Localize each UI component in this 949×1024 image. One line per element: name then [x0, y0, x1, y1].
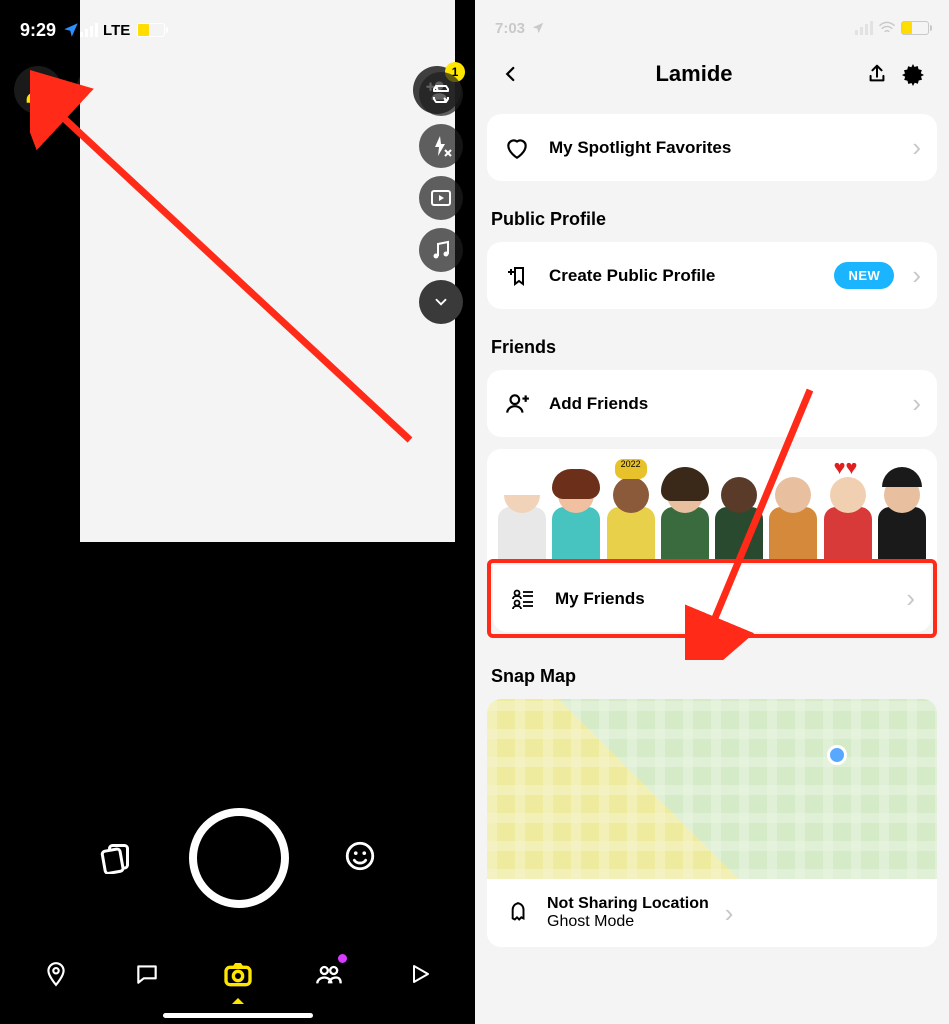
smiley-icon — [343, 839, 377, 873]
location-arrow-icon — [531, 21, 545, 35]
status-bar-left: 9:29 LTE — [0, 0, 475, 50]
battery-icon — [137, 23, 165, 37]
time-text: 9:29 — [20, 20, 56, 41]
people-icon — [315, 960, 343, 988]
my-friends-row[interactable]: My Friends › — [493, 565, 931, 632]
snapmap-section: Snap Map — [491, 666, 933, 687]
map-location-dot — [827, 745, 847, 765]
settings-button[interactable] — [895, 56, 931, 92]
status-bar-right: 7:03 — [475, 0, 949, 46]
nav-chat[interactable] — [127, 954, 167, 994]
create-profile-label: Create Public Profile — [549, 266, 816, 286]
avatar — [498, 465, 546, 561]
location-arrow-icon — [62, 21, 80, 39]
signal-icon — [855, 21, 873, 35]
back-button[interactable] — [493, 56, 529, 92]
heart-icon — [503, 134, 531, 162]
profile-title: Lamide — [529, 61, 859, 87]
public-profile-section: Public Profile — [491, 209, 933, 230]
bottom-nav — [0, 934, 475, 1024]
friends-section: Friends — [491, 337, 933, 358]
avatar — [715, 465, 763, 561]
chevron-right-icon: › — [912, 388, 921, 419]
snapmap-card[interactable]: Not Sharing Location Ghost Mode › — [487, 699, 937, 947]
profile-header: Lamide — [475, 46, 949, 102]
shutter-row — [0, 808, 475, 908]
chevron-right-icon: › — [912, 260, 921, 291]
chevron-right-icon: › — [725, 898, 734, 929]
cards-icon — [99, 838, 135, 874]
nav-spotlight[interactable] — [400, 954, 440, 994]
music-icon — [429, 238, 453, 262]
avatar — [552, 465, 600, 561]
bookmark-plus-icon — [503, 262, 531, 290]
memories-button[interactable] — [99, 838, 135, 879]
profile-button[interactable] — [14, 66, 62, 114]
chat-icon — [134, 961, 160, 987]
map-pin-icon — [43, 961, 69, 987]
location-status-row[interactable]: Not Sharing Location Ghost Mode › — [487, 879, 937, 947]
play-icon — [408, 962, 432, 986]
video-icon — [429, 186, 453, 210]
status-time-right: 7:03 — [495, 20, 525, 37]
chevron-down-icon — [432, 293, 450, 311]
avatar: 2022 — [607, 465, 655, 561]
add-friends-label: Add Friends — [549, 394, 894, 414]
battery-icon — [901, 21, 929, 35]
camera-screen: 9:29 LTE 1 — [0, 0, 475, 1024]
flip-camera-button[interactable] — [419, 72, 463, 116]
location-title: Not Sharing Location — [547, 895, 709, 913]
profile-silhouette-icon — [21, 73, 55, 107]
video-button[interactable] — [419, 176, 463, 220]
status-right: LTE — [80, 0, 455, 542]
emoji-button[interactable] — [343, 839, 377, 878]
avatar — [661, 465, 709, 561]
camera-nav-icon — [222, 958, 254, 990]
avatar: ♥♥ — [824, 465, 872, 561]
my-friends-highlight: My Friends › — [487, 559, 937, 638]
flash-button[interactable] — [419, 124, 463, 168]
create-public-profile-row[interactable]: Create Public Profile NEW › — [487, 242, 937, 309]
nav-camera[interactable] — [218, 954, 258, 994]
spotlight-favorites-row[interactable]: My Spotlight Favorites › — [487, 114, 937, 181]
stories-notification-dot — [338, 954, 347, 963]
friends-list-icon — [509, 585, 537, 613]
profile-content[interactable]: My Spotlight Favorites › Public Profile … — [475, 114, 949, 959]
my-friends-label: My Friends — [555, 589, 888, 609]
add-friends-row[interactable]: Add Friends › — [487, 370, 937, 437]
nav-map[interactable] — [36, 954, 76, 994]
avatar — [769, 465, 817, 561]
flash-off-icon — [429, 134, 453, 158]
friends-avatars-card: 2022 ♥♥ — [487, 449, 937, 561]
chevron-left-icon — [502, 65, 520, 83]
nav-stories[interactable] — [309, 954, 349, 994]
map-preview — [487, 699, 937, 879]
chevron-right-icon: › — [912, 132, 921, 163]
add-person-icon — [503, 390, 531, 418]
share-button[interactable] — [859, 56, 895, 92]
camera-tools — [419, 72, 463, 324]
home-indicator — [163, 1013, 313, 1018]
more-tools-button[interactable] — [419, 280, 463, 324]
gear-icon — [901, 62, 925, 86]
avatar-row: 2022 ♥♥ — [487, 449, 937, 561]
profile-screen: 7:03 Lamide My Spotlight Favorites › — [475, 0, 949, 1024]
signal-icon — [80, 23, 98, 37]
flip-camera-icon — [429, 82, 453, 106]
avatar — [878, 465, 926, 561]
share-icon — [866, 63, 888, 85]
music-button[interactable] — [419, 228, 463, 272]
spotlight-label: My Spotlight Favorites — [549, 138, 894, 158]
shutter-button[interactable] — [189, 808, 289, 908]
ghost-icon — [503, 899, 531, 927]
network-label: LTE — [103, 22, 130, 39]
status-time: 9:29 — [20, 20, 80, 41]
new-badge: NEW — [834, 262, 894, 289]
wifi-icon — [878, 21, 896, 35]
location-subtitle: Ghost Mode — [547, 913, 709, 931]
chevron-right-icon: › — [906, 583, 915, 614]
